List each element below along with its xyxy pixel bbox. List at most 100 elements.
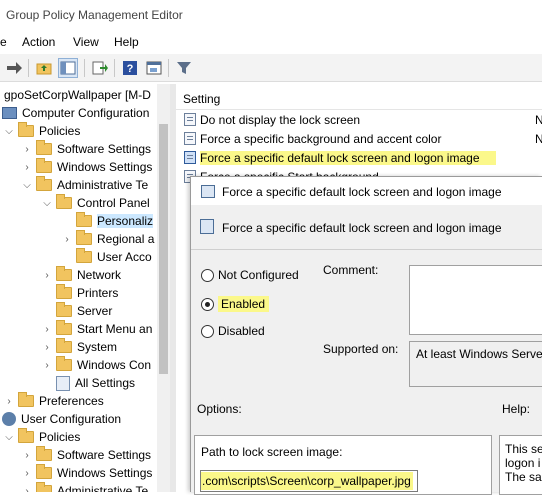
chevron-right-icon[interactable]: › [4,396,14,407]
tree-item-label: Policies [39,124,81,138]
folder-icon [76,230,92,245]
path-value: .com\scripts\Screen\corp_wallpaper.jpg [201,472,413,490]
menu-help[interactable]: Help [114,35,139,49]
tree-item-label: User Configuration [21,412,122,426]
tree-item-user-accounts[interactable]: User Acco [62,248,152,266]
chevron-right-icon[interactable]: › [22,162,32,173]
up-folder-icon[interactable] [34,58,54,78]
export-list-icon[interactable] [90,58,110,78]
menu-bar: e Action View Help [0,30,542,54]
policy-icon [200,219,214,234]
folder-icon [18,428,34,443]
tree-item-label: Network [77,268,122,282]
toolbar: ? [0,54,542,82]
tree-scrollbar[interactable] [157,84,170,492]
comment-textarea[interactable] [409,265,542,335]
tree-item-policies[interactable]: ⌵ Policies [4,122,80,140]
tree-item-user-windows-settings[interactable]: › Windows Settings [22,464,152,482]
tree-item-label: Control Panel [77,196,150,210]
list-item-label: Force a specific default lock screen and… [200,150,496,165]
tree-root[interactable]: gpoSetCorpWallpaper [M-D [4,86,151,104]
chevron-right-icon[interactable]: › [22,486,32,493]
folder-icon [36,140,52,155]
chevron-right-icon[interactable]: › [22,450,32,461]
tree-item-system[interactable]: › System [42,338,117,356]
radio-enabled[interactable]: Enabled [201,296,270,312]
list-item[interactable]: Force a specific background and accent c… [176,129,542,148]
scrollbar-thumb[interactable] [159,124,168,374]
show-hide-tree-icon[interactable] [58,58,78,78]
column-header-label: Setting [183,92,221,106]
options-label: Options: [197,402,242,416]
chevron-down-icon[interactable]: ⌵ [42,198,52,209]
tree-item-user-policies[interactable]: ⌵ Policies [4,428,80,446]
tree-item-windows-settings[interactable]: › Windows Settings [22,158,152,176]
chevron-right-icon[interactable]: › [22,144,32,155]
filter-icon[interactable] [174,58,194,78]
options-panel: Path to lock screen image: .com\scripts\… [194,435,492,495]
tree-item-computer-configuration[interactable]: Computer Configuration [2,104,149,122]
chevron-down-icon[interactable]: ⌵ [4,432,14,443]
help-text-line: logon i [505,456,541,470]
tree-item-user-administrative-templates[interactable]: › Administrative Te [22,482,148,492]
tree-item-user-software-settings[interactable]: › Software Settings [22,446,151,464]
computer-icon [2,107,17,119]
folder-icon [36,464,52,479]
properties-icon[interactable] [144,58,164,78]
tree-item-printers[interactable]: Printers [42,284,118,302]
tree-item-user-configuration[interactable]: User Configuration [2,410,121,428]
settings-list-icon [56,375,70,391]
tree-item-preferences[interactable]: › Preferences [4,392,104,410]
folder-icon [56,284,72,299]
tree-item-label: User Acco [97,250,152,264]
list-item-state: N [535,132,542,146]
settings-list: Setting Do not display the lock screen N… [176,84,542,184]
tree-item-label: Server [77,304,113,318]
tree-item-label: Computer Configuration [22,106,150,120]
tree-item-start-menu[interactable]: › Start Menu an [42,320,152,338]
tree-item-server[interactable]: Server [42,302,112,320]
tree-item-network[interactable]: › Network [42,266,121,284]
tree-item-administrative-templates[interactable]: ⌵ Administrative Te [22,176,148,194]
tree-item-label: Regional a [97,232,155,246]
radio-disabled[interactable]: Disabled [201,324,265,338]
folder-icon [18,392,34,407]
chevron-right-icon[interactable]: › [42,342,52,353]
chevron-right-icon[interactable]: › [42,360,52,371]
help-label: Help: [502,402,531,416]
forward-arrow-icon[interactable] [4,58,24,78]
menu-file[interactable]: e [0,35,7,49]
chevron-right-icon[interactable]: › [42,324,52,335]
folder-icon [36,446,52,461]
chevron-down-icon[interactable]: ⌵ [22,180,32,191]
list-item[interactable]: Do not display the lock screen N [176,110,542,129]
menu-view[interactable]: View [73,35,99,49]
tree-item-label: All Settings [75,376,136,390]
tree-item-all-settings[interactable]: All Settings [42,374,135,392]
chevron-right-icon[interactable]: › [22,468,32,479]
column-header-setting[interactable]: Setting [176,86,542,110]
tree-item-personalization[interactable]: Personaliz [62,212,154,230]
chevron-down-icon[interactable]: ⌵ [4,126,14,137]
tree-item-control-panel[interactable]: ⌵ Control Panel [42,194,150,212]
tree-item-windows-components[interactable]: › Windows Con [42,356,151,374]
radio-circle[interactable] [201,324,214,338]
list-item-state: N [535,113,542,127]
tree-item-label: System [77,340,118,354]
menu-action[interactable]: Action [22,35,55,49]
folder-icon [56,302,72,317]
chevron-right-icon[interactable]: › [42,270,52,281]
chevron-right-icon[interactable]: › [62,234,72,245]
radio-not-configured[interactable]: Not Configured [201,268,299,282]
tree-item-label: Administrative Te [57,178,149,192]
radio-circle-selected[interactable] [201,297,214,311]
tree-item-software-settings[interactable]: › Software Settings [22,140,151,158]
policy-icon [184,113,196,126]
folder-icon [36,176,52,191]
lock-screen-path-input[interactable]: .com\scripts\Screen\corp_wallpaper.jpg [200,470,418,492]
radio-circle[interactable] [201,268,214,282]
list-item-selected[interactable]: Force a specific default lock screen and… [176,148,542,167]
help-icon[interactable]: ? [120,58,140,78]
tree-item-regional[interactable]: › Regional a [62,230,154,248]
supported-on-value: At least Windows Server [416,347,542,361]
